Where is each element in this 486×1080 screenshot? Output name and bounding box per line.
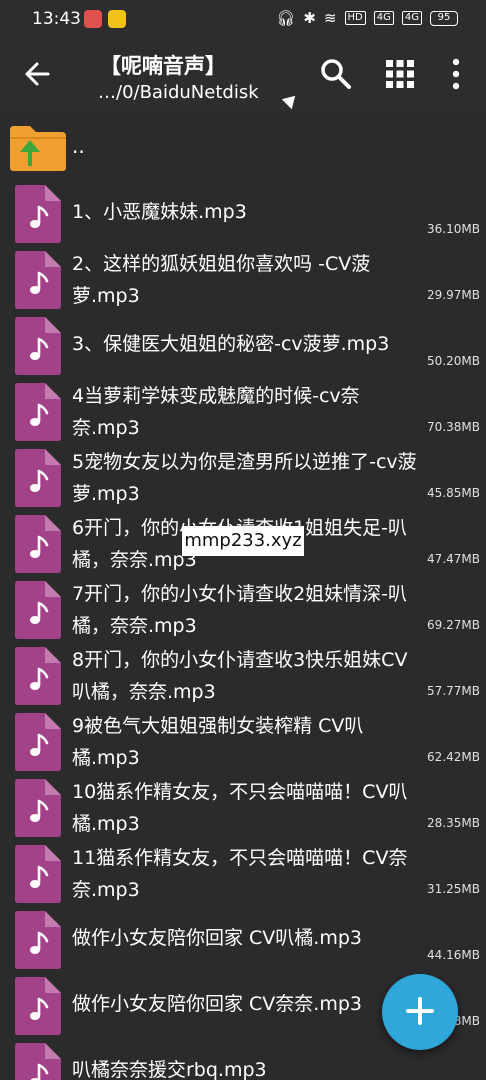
path-dropdown-icon[interactable] bbox=[281, 90, 301, 110]
watermark-label: mmp233.xyz bbox=[182, 526, 304, 556]
file-row[interactable]: 2、这样的狐妖姐姐你喜欢吗 -CV菠萝.mp3 29.97MB bbox=[0, 246, 486, 312]
file-name: 1、小恶魔妹妹.mp3 bbox=[72, 201, 247, 223]
audio-file-icon bbox=[15, 581, 61, 639]
app-bar: 【呢喃音声】 …/0/BaiduNetdisk bbox=[0, 36, 486, 114]
file-size: 28.35MB bbox=[427, 816, 480, 830]
audio-file-icon bbox=[15, 779, 61, 837]
audio-file-icon bbox=[15, 383, 61, 441]
app-notification-icon bbox=[84, 10, 102, 28]
file-size: 50.20MB bbox=[427, 354, 480, 368]
status-icons: 🎧︎ ✱ ≋ HD 4G 4G 95 bbox=[276, 9, 458, 27]
bluetooth-icon: ✱ bbox=[303, 9, 316, 27]
status-bar: 13:43 🎧︎ ✱ ≋ HD 4G 4G 95 bbox=[0, 0, 486, 36]
file-name: 2、这样的狐妖姐姐你喜欢吗 -CV菠萝.mp3 bbox=[72, 253, 371, 307]
file-name: 5宠物女友以为你是渣男所以逆推了-cv菠萝.mp3 bbox=[72, 451, 417, 505]
audio-file-icon bbox=[15, 449, 61, 507]
file-name: 10猫系作精女友，不只会喵喵喵！CV叭橘.mp3 bbox=[72, 781, 408, 835]
file-name: 做作小女友陪你回家 CV叭橘.mp3 bbox=[72, 927, 363, 949]
file-size: 62.42MB bbox=[427, 750, 480, 764]
audio-file-icon bbox=[15, 977, 61, 1035]
file-size: 31.25MB bbox=[427, 882, 480, 896]
file-size: 44.16MB bbox=[427, 948, 480, 962]
current-path[interactable]: …/0/BaiduNetdisk bbox=[98, 82, 259, 103]
battery-icon: 95 bbox=[430, 10, 458, 26]
file-name: 叭橘奈奈援交rbq.mp3 bbox=[72, 1059, 267, 1080]
signal-4g-icon: 4G bbox=[373, 11, 394, 25]
file-row[interactable]: 9被色气大姐姐强制女装榨精 CV叭橘.mp3 62.42MB bbox=[0, 708, 486, 774]
add-button[interactable] bbox=[382, 974, 458, 1050]
parent-folder-icon bbox=[10, 126, 66, 171]
file-name: 8开门，你的小女仆请查收3快乐姐妹CV叭橘，奈奈.mp3 bbox=[72, 649, 408, 703]
file-row[interactable]: 8开门，你的小女仆请查收3快乐姐妹CV叭橘，奈奈.mp3 57.77MB bbox=[0, 642, 486, 708]
file-name: 4当萝莉学妹变成魅魔的时候-cv奈奈.mp3 bbox=[72, 385, 360, 439]
audio-file-icon bbox=[15, 317, 61, 375]
file-row[interactable]: 做作小女友陪你回家 CV叭橘.mp3 44.16MB bbox=[0, 906, 486, 972]
parent-directory-label: .. bbox=[72, 134, 85, 158]
audio-file-icon bbox=[15, 1043, 61, 1080]
file-name: 做作小女友陪你回家 CV奈奈.mp3 bbox=[72, 993, 363, 1015]
file-size: 70.38MB bbox=[427, 420, 480, 434]
audio-file-icon bbox=[15, 845, 61, 903]
file-size: 29.97MB bbox=[427, 288, 480, 302]
headphones-icon: 🎧︎ bbox=[276, 9, 296, 27]
page-title: 【呢喃音声】 bbox=[100, 54, 226, 78]
wifi-icon: ≋ bbox=[323, 9, 337, 27]
file-size: 36.10MB bbox=[427, 222, 480, 236]
file-size: 69.27MB bbox=[427, 618, 480, 632]
audio-file-icon bbox=[15, 647, 61, 705]
file-size: 45.85MB bbox=[427, 486, 480, 500]
audio-file-icon bbox=[15, 911, 61, 969]
more-options-icon[interactable] bbox=[444, 56, 468, 92]
file-row[interactable]: 1、小恶魔妹妹.mp3 36.10MB bbox=[0, 180, 486, 246]
file-row[interactable]: 7开门，你的小女仆请查收2姐妹情深-叭橘，奈奈.mp3 69.27MB bbox=[0, 576, 486, 642]
file-name: 7开门，你的小女仆请查收2姐妹情深-叭橘，奈奈.mp3 bbox=[72, 583, 408, 637]
file-row[interactable]: 10猫系作精女友，不只会喵喵喵！CV叭橘.mp3 28.35MB bbox=[0, 774, 486, 840]
audio-file-icon bbox=[15, 251, 61, 309]
status-time: 13:43 bbox=[32, 9, 81, 29]
file-size: 47.47MB bbox=[427, 552, 480, 566]
hd-icon: HD bbox=[344, 11, 366, 25]
signal-4g-icon-2: 4G bbox=[401, 11, 422, 25]
file-name: 11猫系作精女友，不只会喵喵喵！CV奈奈.mp3 bbox=[72, 847, 408, 901]
file-name: 9被色气大姐姐强制女装榨精 CV叭橘.mp3 bbox=[72, 715, 364, 769]
file-list: .. 1、小恶魔妹妹.mp3 36.10MB 2、这样的狐妖姐姐你喜欢吗 -CV菠萝… bbox=[0, 114, 486, 1080]
file-row[interactable]: 5宠物女友以为你是渣男所以逆推了-cv菠萝.mp3 45.85MB bbox=[0, 444, 486, 510]
audio-file-icon bbox=[15, 515, 61, 573]
search-icon[interactable] bbox=[318, 56, 354, 92]
file-row[interactable]: 4当萝莉学妹变成魅魔的时候-cv奈奈.mp3 70.38MB bbox=[0, 378, 486, 444]
parent-directory-row[interactable]: .. bbox=[0, 114, 486, 178]
grid-view-icon[interactable] bbox=[382, 56, 418, 92]
file-row[interactable]: 3、保健医大姐姐的秘密-cv菠萝.mp3 50.20MB bbox=[0, 312, 486, 378]
audio-file-icon bbox=[15, 185, 61, 243]
file-row[interactable]: 11猫系作精女友，不只会喵喵喵！CV奈奈.mp3 31.25MB bbox=[0, 840, 486, 906]
file-size: 57.77MB bbox=[427, 684, 480, 698]
app-notification-icon-2 bbox=[108, 10, 126, 28]
back-arrow-icon[interactable] bbox=[18, 54, 58, 94]
audio-file-icon bbox=[15, 713, 61, 771]
file-name: 3、保健医大姐姐的秘密-cv菠萝.mp3 bbox=[72, 333, 390, 355]
